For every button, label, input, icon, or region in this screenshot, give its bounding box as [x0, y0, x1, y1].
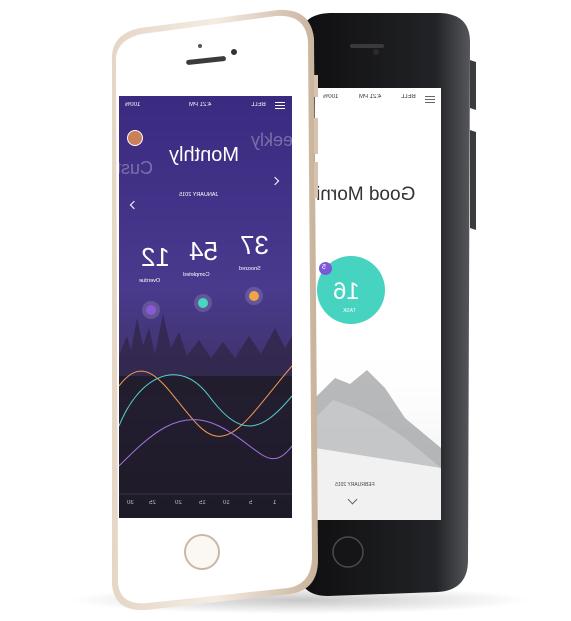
stat-dot-snoozed — [249, 291, 259, 301]
stat-snoozed-value: 37 — [240, 230, 269, 260]
x-tick-30: 30 — [127, 500, 134, 506]
tab-custom[interactable]: Custom — [119, 158, 153, 179]
period-label: JANUARY 2015 — [179, 192, 219, 198]
stat-overdue-label: Overdue — [139, 278, 161, 284]
x-tick-15: 15 — [199, 500, 206, 506]
device-mockup-scene: 100% 4:21 PM BELL Good Morning 5 16 TASK — [0, 0, 571, 621]
stat-completed-label: Completed — [183, 272, 210, 278]
stat-completed-value: 54 — [189, 236, 218, 266]
x-tick-1: 1 — [273, 500, 277, 506]
x-tick-20: 20 — [175, 500, 182, 506]
front-phone-screen: 100% 4:21 PM BELL Weekly Monthly Custom … — [119, 96, 292, 518]
front-menu-icon[interactable] — [275, 102, 285, 109]
avatar[interactable] — [127, 130, 143, 146]
front-status-battery: 100% — [125, 102, 141, 108]
stat-snoozed-label: Snoozed — [239, 266, 261, 272]
x-tick-5: 5 — [249, 500, 253, 506]
front-status-time: 4:21 PM — [189, 102, 212, 108]
stat-dot-completed — [198, 298, 208, 308]
x-tick-25: 25 — [149, 500, 156, 506]
stat-dot-overdue — [146, 305, 156, 315]
tab-monthly[interactable]: Monthly — [169, 144, 239, 167]
stat-overdue-value: 12 — [141, 242, 170, 272]
tab-weekly[interactable]: Weekly — [251, 130, 292, 151]
front-status-carrier: BELL — [251, 102, 266, 108]
x-tick-10: 10 — [223, 500, 230, 506]
